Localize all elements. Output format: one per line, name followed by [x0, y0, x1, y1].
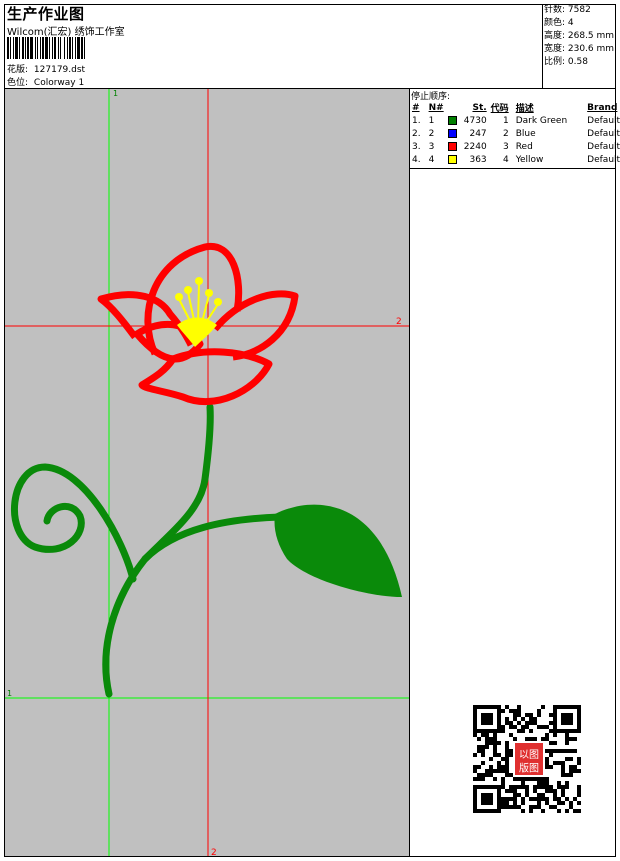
color-row: 4. 4 363 4 Yellow Default: [410, 153, 620, 166]
col-st: St.: [472, 102, 487, 113]
stitch-count: 4730: [463, 115, 487, 126]
color-table: # N# St. 代码 描述 Brand 元素 1. 1 4730 1 Dark Gre…: [410, 101, 620, 166]
color-swatch: [447, 115, 457, 125]
color-swatch: [447, 141, 457, 151]
row-stitches: 247: [446, 127, 489, 140]
stat-width: 宽度: 230.6 mm: [544, 44, 615, 54]
row-code: 4: [502, 154, 509, 165]
front-petal: [138, 348, 273, 405]
row-code: 2: [502, 128, 509, 139]
row-index: 3.: [412, 141, 421, 152]
studio-name: Wilcom(汇宏) 绣饰工作室: [7, 27, 125, 38]
row-index: 2.: [412, 128, 421, 139]
row-stitches: 363: [446, 153, 489, 166]
qr-code-image: 以图版图: [473, 705, 581, 813]
stat-scale: 比例: 0.58: [544, 57, 588, 67]
col-hash: #: [412, 102, 420, 113]
color-swatch: [447, 154, 457, 164]
page-title: 生产作业图: [7, 5, 85, 23]
row-index: 4.: [412, 154, 421, 165]
row-needle: 4: [428, 154, 435, 165]
col-n: N#: [428, 102, 444, 113]
qr-code: 以图 版图: [470, 703, 584, 815]
row-brand: Default: [587, 154, 620, 165]
row-desc: Dark Green: [515, 115, 568, 126]
stat-colors: 颜色: 4: [544, 18, 574, 28]
colorway-value: Colorway 1: [33, 78, 85, 88]
design-label: 花版:: [7, 65, 29, 75]
design-file-line: 花版: 127179.dst: [7, 62, 85, 75]
row-desc: Red: [515, 141, 533, 152]
stem-group: [11, 403, 284, 698]
row-desc: Yellow: [515, 154, 544, 165]
col-brand: Brand: [587, 102, 618, 113]
colorway-label: 色位:: [7, 78, 29, 88]
design-value: 127179.dst: [33, 65, 86, 75]
embroidery-preview: 1 1 2 2: [5, 89, 409, 858]
row-needle: 1: [428, 115, 435, 126]
color-table-header: # N# St. 代码 描述 Brand 元素: [410, 101, 620, 115]
guide-label-green-top: 1: [113, 89, 118, 98]
stat-stitches: 针数: 7582: [544, 5, 591, 15]
row-needle: 3: [428, 141, 435, 152]
row-brand: Default: [587, 128, 620, 139]
row-stitches: 2240: [446, 140, 489, 153]
leaf: [274, 504, 402, 597]
stat-height: 高度: 268.5 mm: [544, 31, 615, 41]
row-index: 1.: [412, 115, 421, 126]
guide-label-red-right: 2: [396, 317, 402, 327]
guide-label-green-left: 1: [7, 689, 12, 698]
spiral-tendril: [11, 463, 137, 583]
guide-label-red-bottom: 2: [211, 848, 217, 856]
stats-panel: 针数: 7582 颜色: 4 高度: 268.5 mm 宽度: 230.6 mm…: [542, 4, 616, 88]
row-code: 3: [502, 141, 509, 152]
svg-text:以图: 以图: [519, 749, 539, 761]
table-divider: [409, 168, 616, 169]
row-code: 1: [502, 115, 509, 126]
stitch-count: 2240: [463, 141, 487, 152]
panel-divider: [409, 88, 410, 857]
stitch-count: 363: [469, 154, 487, 165]
right-petal: [212, 290, 299, 361]
row-brand: Default: [587, 141, 620, 152]
colorway-line: 色位: Colorway 1: [7, 75, 84, 88]
row-needle: 2: [428, 128, 435, 139]
color-swatch: [447, 128, 457, 138]
row-desc: Blue: [515, 128, 536, 139]
color-row: 1. 1 4730 1 Dark Green Default: [410, 114, 620, 127]
stitch-count: 247: [469, 128, 487, 139]
barcode: [7, 37, 131, 59]
svg-text:版图: 版图: [519, 761, 539, 774]
color-row: 2. 2 247 2 Blue Default: [410, 127, 620, 140]
design-canvas: 1 1 2 2: [5, 89, 409, 858]
col-desc: 描述: [515, 104, 534, 114]
color-row: 3. 3 2240 3 Red Default: [410, 140, 620, 153]
row-brand: Default: [587, 115, 620, 126]
row-stitches: 4730: [446, 114, 489, 127]
stamen-group: [175, 277, 222, 347]
col-code: 代码: [490, 104, 509, 114]
stamen-base: [177, 317, 217, 347]
